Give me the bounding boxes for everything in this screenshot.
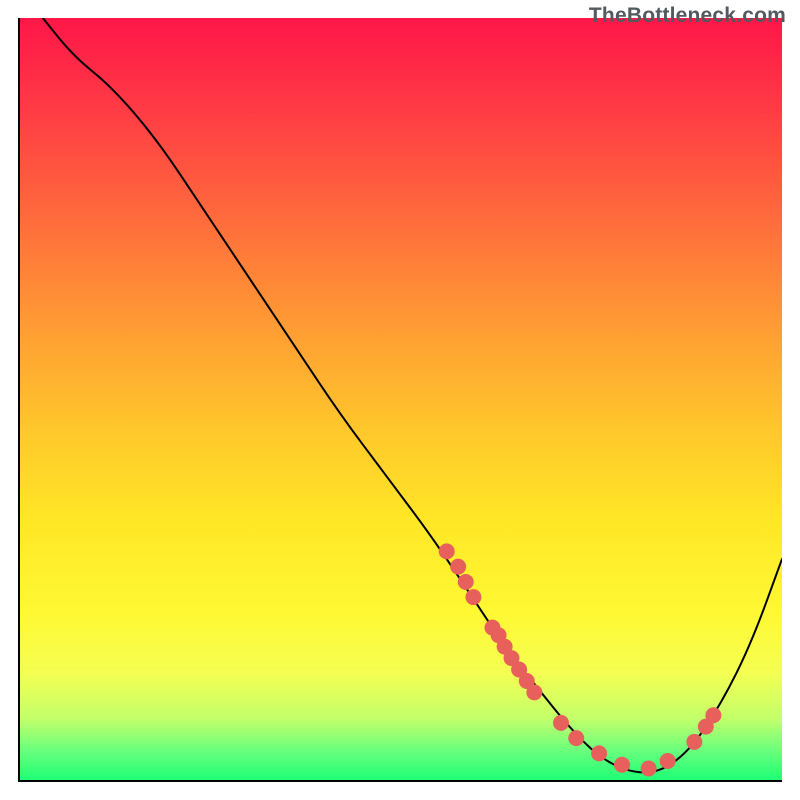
data-marker: [686, 734, 702, 750]
data-marker: [641, 761, 657, 777]
data-markers: [439, 543, 722, 776]
data-marker: [450, 559, 466, 575]
data-marker: [553, 715, 569, 731]
data-marker: [458, 574, 474, 590]
curve-line: [43, 18, 782, 772]
data-marker: [591, 745, 607, 761]
data-marker: [705, 707, 721, 723]
plot-area: [18, 18, 782, 782]
data-marker: [526, 684, 542, 700]
watermark-text: TheBottleneck.com: [589, 4, 786, 28]
data-marker: [568, 730, 584, 746]
data-marker: [439, 543, 455, 559]
data-marker: [614, 757, 630, 773]
chart-svg: [20, 18, 782, 780]
data-marker: [465, 589, 481, 605]
chart-frame: TheBottleneck.com: [0, 0, 800, 800]
data-marker: [660, 753, 676, 769]
